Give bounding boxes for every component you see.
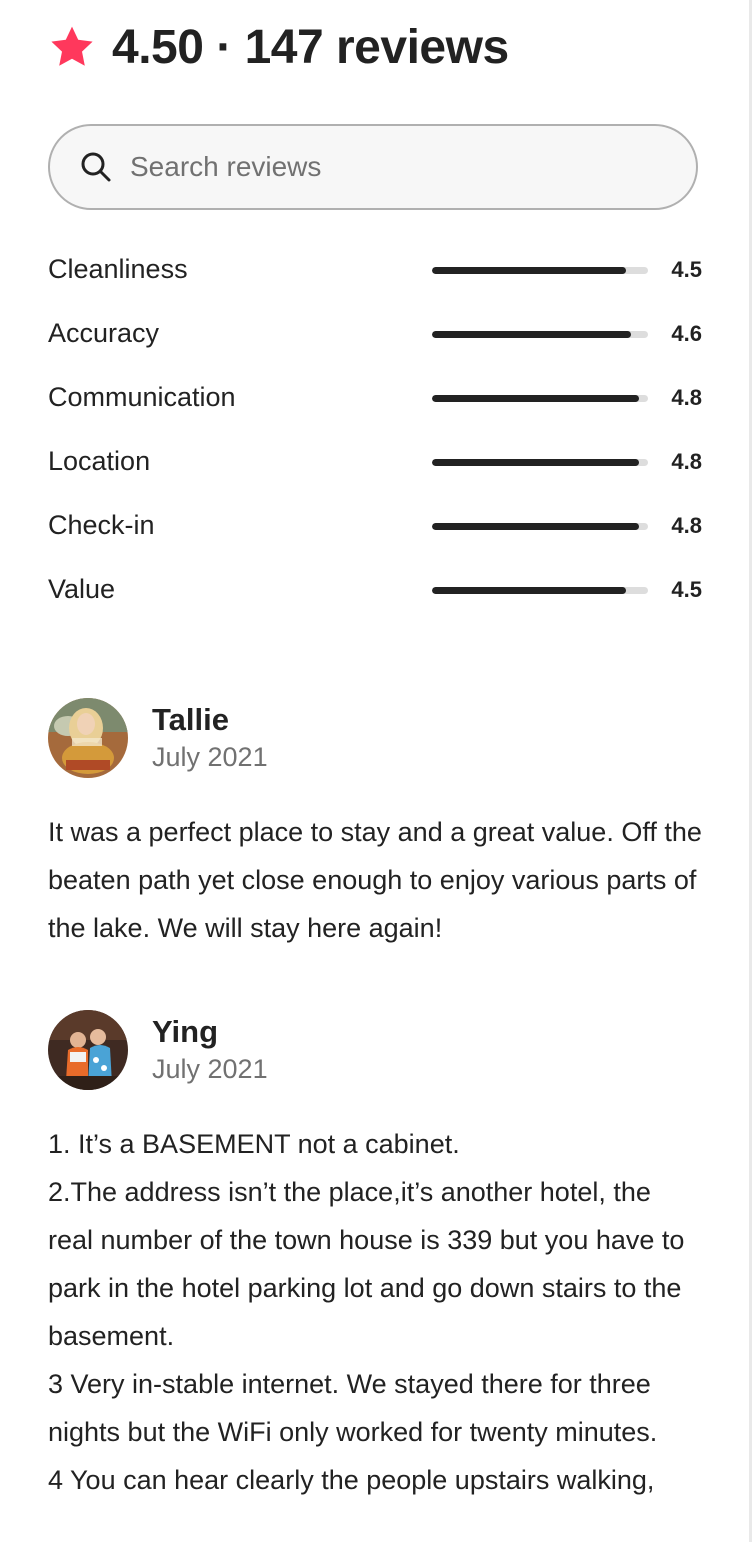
rating-bar-fill [432,395,640,402]
rating-bar [432,395,648,402]
rating-bar-fill [432,267,627,274]
search-box[interactable] [48,124,698,210]
rating-row-location: Location 4.8 [48,432,702,496]
rating-breakdown: Cleanliness 4.5 Accuracy 4.6 Communicati… [48,240,702,624]
rating-row-cleanliness: Cleanliness 4.5 [48,240,702,304]
rating-bar-fill [432,331,631,338]
rating-bar-fill [432,459,640,466]
rating-label: Location [48,446,151,476]
rating-row-value: Value 4.5 [48,560,702,624]
rating-bar [432,267,648,274]
rating-value: 4.5 [671,577,702,602]
page-title: 4.50 · 147 reviews [112,20,509,74]
rating-bar [432,523,648,530]
reviews-header: 4.50 · 147 reviews [48,12,509,82]
review-paragraph: 4 You can hear clearly the people upstai… [48,1465,655,1495]
rating-bar-fill [432,523,640,530]
rating-row-accuracy: Accuracy 4.6 [48,304,702,368]
avatar[interactable] [48,698,128,778]
rating-bar-fill [432,587,627,594]
reviewer-name: Ying [152,1014,219,1049]
rating-bar [432,331,648,338]
search-input[interactable] [128,150,652,184]
review-text: 1. It’s a BASEMENT not a cabinet. 2.The … [48,1120,702,1504]
star-icon [51,26,93,66]
rating-value: 4.8 [671,513,702,538]
rating-value: 4.6 [671,321,702,346]
review-text: It was a perfect place to stay and a gre… [48,808,702,952]
rating-label: Accuracy [48,318,160,348]
review-paragraph: 1. It’s a BASEMENT not a cabinet. [48,1129,460,1159]
review-paragraph: It was a perfect place to stay and a gre… [48,817,702,943]
rating-label: Cleanliness [48,254,188,284]
avatar[interactable] [48,1010,128,1090]
rating-bar [432,459,648,466]
review-date: July 2021 [152,742,268,772]
rating-bar [432,587,648,594]
reviewer-name: Tallie [152,702,229,737]
rating-row-check-in: Check-in 4.8 [48,496,702,560]
review-date: July 2021 [152,1054,268,1084]
rating-label: Communication [48,382,236,412]
rating-value: 4.5 [671,257,702,282]
review-paragraph: 3 Very in-stable internet. We stayed the… [48,1369,658,1447]
search-icon [81,152,111,182]
review-paragraph: 2.The address isn’t the place,it’s anoth… [48,1177,685,1351]
rating-label: Check-in [48,510,155,540]
rating-value: 4.8 [671,449,702,474]
rating-label: Value [48,574,116,604]
rating-row-communication: Communication 4.8 [48,368,702,432]
rating-value: 4.8 [671,385,702,410]
